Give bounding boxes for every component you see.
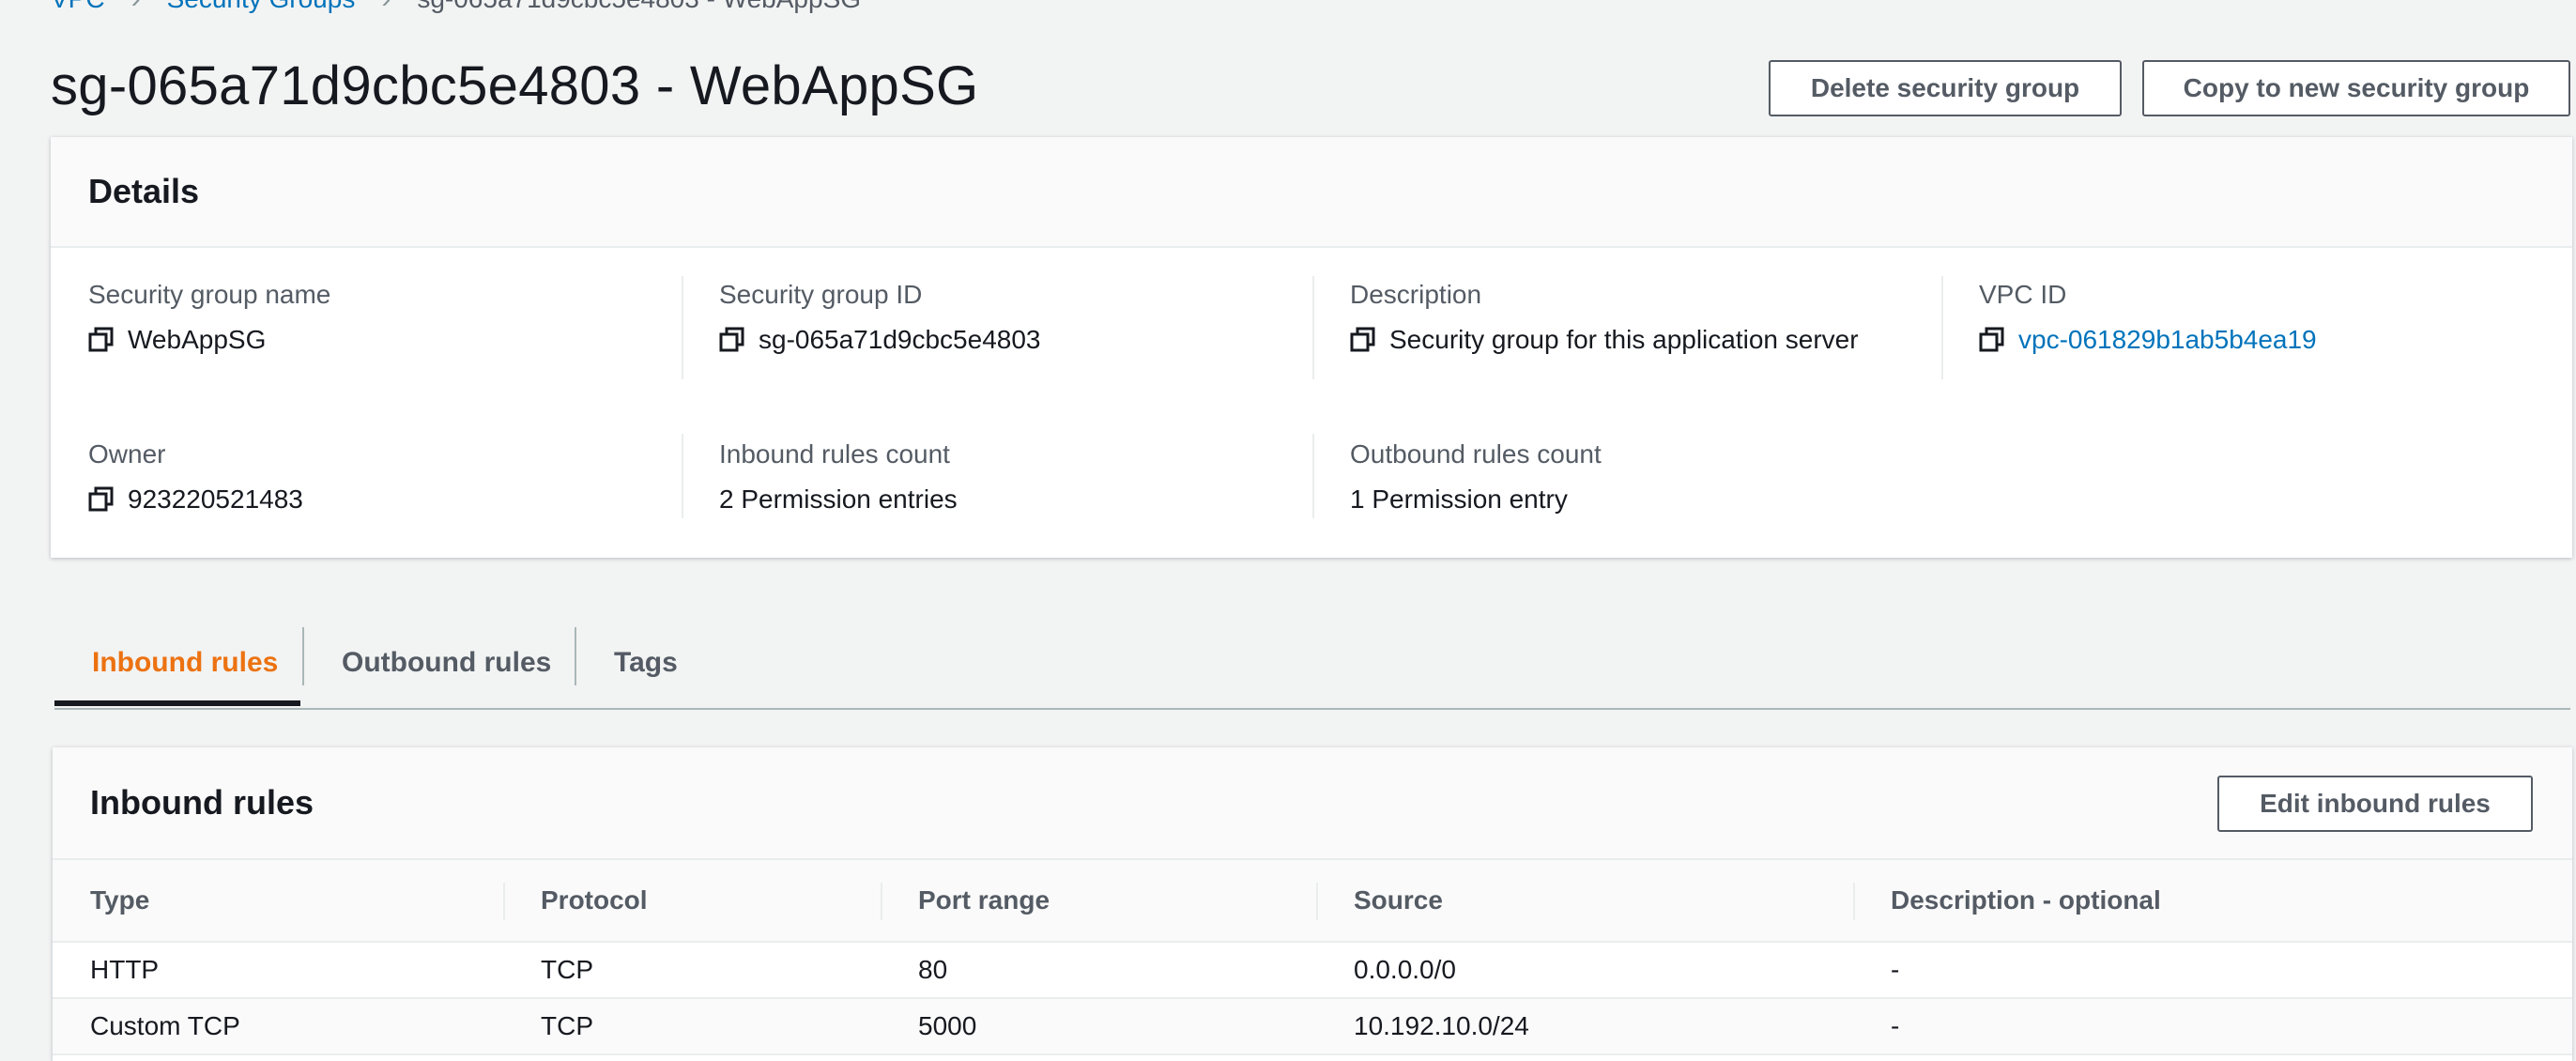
- breadcrumb: VPC › Security Groups › sg-065a71d9cbc5e…: [51, 0, 861, 15]
- copy-icon[interactable]: [88, 486, 115, 513]
- table-row[interactable]: HTTP TCP 80 0.0.0.0/0 -: [53, 942, 2572, 999]
- inbound-count-value: 2 Permission entries: [719, 484, 958, 514]
- cell-type: HTTP: [53, 942, 503, 999]
- inbound-rules-table: Type Protocol Port range Source Descript…: [53, 860, 2572, 1055]
- cell-port-range: 80: [881, 942, 1316, 999]
- description-text: Security group for this application serv…: [1389, 325, 1859, 354]
- cell-description: -: [1853, 942, 2572, 999]
- owner-label: Owner: [88, 439, 166, 469]
- column-divider: [1312, 434, 1314, 518]
- column-divider: [682, 276, 683, 379]
- copy-icon[interactable]: [88, 327, 115, 353]
- active-tab-indicator: [54, 700, 300, 706]
- table-header-row: Type Protocol Port range Source Descript…: [53, 860, 2572, 943]
- outbound-count-value: 1 Permission entry: [1350, 484, 1568, 514]
- cell-type: Custom TCP: [53, 998, 503, 1055]
- sg-name-text: WebAppSG: [128, 325, 267, 354]
- page-title: sg-065a71d9cbc5e4803 - WebAppSG: [51, 55, 979, 116]
- cell-protocol: TCP: [503, 942, 881, 999]
- sg-id-value: sg-065a71d9cbc5e4803: [719, 325, 1040, 355]
- vpc-id-link[interactable]: vpc-061829b1ab5b4ea19: [2018, 325, 2317, 355]
- column-header-protocol[interactable]: Protocol: [503, 860, 881, 943]
- tab-inbound-rules[interactable]: Inbound rules: [92, 620, 278, 706]
- chevron-right-icon: ›: [381, 0, 391, 15]
- owner-value: 923220521483: [88, 484, 303, 515]
- inbound-count-label: Inbound rules count: [719, 439, 950, 469]
- cell-protocol: TCP: [503, 998, 881, 1055]
- cell-source: 10.192.10.0/24: [1316, 998, 1853, 1055]
- inbound-rules-title: Inbound rules: [90, 783, 314, 822]
- description-label: Description: [1350, 280, 1482, 309]
- cell-description: -: [1853, 998, 2572, 1055]
- inbound-rules-panel: Inbound rules Edit inbound rules Type Pr…: [53, 747, 2572, 1061]
- copy-icon[interactable]: [1350, 327, 1376, 353]
- column-divider: [682, 434, 683, 518]
- tab-bar: Inbound rules Outbound rules Tags: [54, 620, 2570, 710]
- tab-separator: [302, 627, 304, 685]
- sg-id-text: sg-065a71d9cbc5e4803: [759, 325, 1041, 354]
- column-divider: [1941, 276, 1943, 379]
- copy-icon[interactable]: [1979, 327, 2005, 353]
- delete-security-group-button[interactable]: Delete security group: [1769, 60, 2122, 116]
- sg-id-label: Security group ID: [719, 280, 923, 309]
- tab-outbound-rules[interactable]: Outbound rules: [342, 620, 551, 706]
- outbound-count-label: Outbound rules count: [1350, 439, 1602, 469]
- breadcrumb-security-groups-link[interactable]: Security Groups: [167, 0, 356, 14]
- inbound-rules-header: Inbound rules: [53, 747, 2572, 860]
- column-header-port-range[interactable]: Port range: [881, 860, 1316, 943]
- details-title: Details: [88, 172, 200, 210]
- column-header-description[interactable]: Description - optional: [1853, 860, 2572, 943]
- tab-separator: [575, 627, 576, 685]
- vpc-id-label: VPC ID: [1979, 280, 2067, 309]
- sg-name-value: WebAppSG: [88, 325, 266, 355]
- chevron-right-icon: ›: [131, 0, 141, 15]
- sg-name-label: Security group name: [88, 280, 331, 309]
- tab-tags[interactable]: Tags: [614, 620, 678, 706]
- copy-to-new-security-group-button[interactable]: Copy to new security group: [2142, 60, 2570, 116]
- copy-icon[interactable]: [719, 327, 745, 353]
- vpc-id-value: vpc-061829b1ab5b4ea19: [1979, 325, 2317, 355]
- cell-source: 0.0.0.0/0: [1316, 942, 1853, 999]
- table-row[interactable]: Custom TCP TCP 5000 10.192.10.0/24 -: [53, 998, 2572, 1055]
- cell-port-range: 5000: [881, 998, 1316, 1055]
- description-value: Security group for this application serv…: [1350, 325, 1859, 355]
- breadcrumb-vpc-link[interactable]: VPC: [51, 0, 105, 14]
- edit-inbound-rules-button[interactable]: Edit inbound rules: [2217, 776, 2533, 832]
- owner-text: 923220521483: [128, 484, 303, 514]
- breadcrumb-current: sg-065a71d9cbc5e4803 - WebAppSG: [417, 0, 861, 14]
- column-divider: [1312, 276, 1314, 379]
- details-header: Details: [51, 137, 2572, 248]
- details-panel: Details Security group name WebAppSG Sec…: [51, 137, 2572, 558]
- column-header-type[interactable]: Type: [53, 860, 503, 943]
- column-header-source[interactable]: Source: [1316, 860, 1853, 943]
